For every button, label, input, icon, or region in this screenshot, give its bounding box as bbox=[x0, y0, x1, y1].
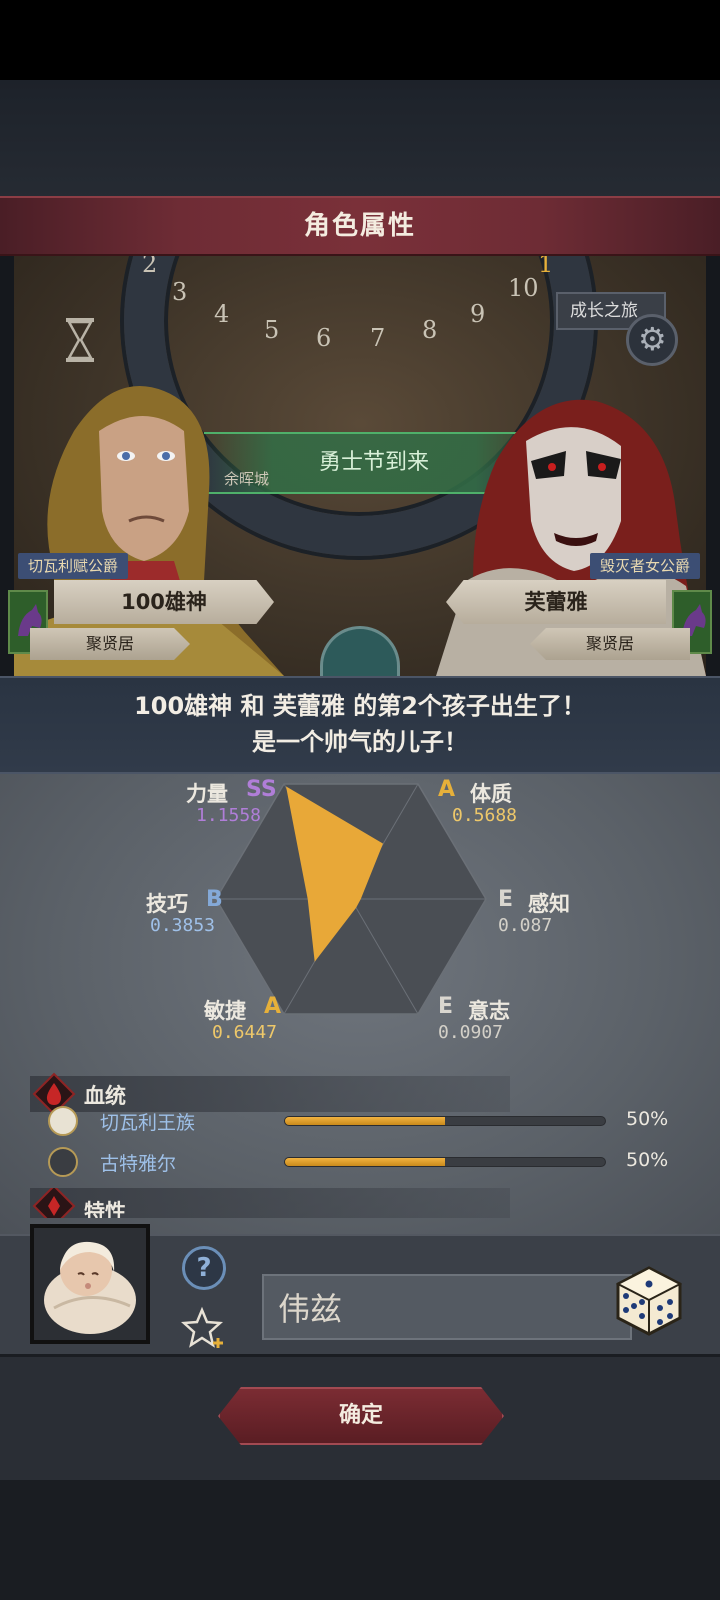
stat-perception-name: 感知 bbox=[528, 892, 570, 916]
lineage-progress-bar bbox=[284, 1116, 606, 1126]
stat-agility-name: 敏捷 bbox=[204, 999, 246, 1023]
lineage-progress-fill bbox=[285, 1117, 445, 1125]
tribe-emblem-icon bbox=[48, 1147, 78, 1177]
stat-will-grade: E bbox=[438, 994, 454, 1019]
event-banner-text: 勇士节到来 bbox=[318, 450, 429, 475]
mother-name: 芙蕾雅 bbox=[446, 580, 666, 624]
lineage-row: 切瓦利王族 50% bbox=[46, 1104, 686, 1138]
lineage-progress-bar bbox=[284, 1157, 606, 1167]
stat-strength-name: 力量 bbox=[186, 782, 228, 806]
birth-message-line1: 100雄神 和 芙蕾雅 的第2个孩子出生了！ bbox=[134, 692, 586, 720]
lineage-row: 古特雅尔 50% bbox=[46, 1145, 686, 1179]
stat-agility-value: 0.6447 bbox=[212, 1022, 278, 1043]
footer-bar: 确定 bbox=[0, 1354, 720, 1480]
mother-title: 毁灭者女公爵 bbox=[589, 553, 700, 579]
dial-number: 2 bbox=[142, 256, 158, 278]
stat-strength-value: 1.1558 bbox=[196, 805, 262, 826]
stat-will-value: 0.0907 bbox=[438, 1022, 504, 1043]
help-button[interactable]: ? bbox=[182, 1246, 226, 1290]
dial-number: 9 bbox=[470, 300, 486, 328]
page-title: 角色属性 bbox=[303, 211, 416, 241]
father-residence: 聚贤居 bbox=[30, 628, 190, 660]
stat-constitution-name: 体质 bbox=[470, 782, 512, 806]
dial-number-current: 1 bbox=[538, 256, 554, 278]
dial-number: 4 bbox=[214, 300, 230, 328]
lineage-percent: 50% bbox=[626, 1108, 669, 1130]
random-name-dice-icon[interactable] bbox=[612, 1264, 686, 1338]
dial-number: 7 bbox=[370, 324, 386, 352]
stat-agility-grade: A bbox=[264, 994, 282, 1019]
stat-perception-value: 0.087 bbox=[498, 915, 553, 936]
lineage-name: 切瓦利王族 bbox=[100, 1112, 196, 1134]
traits-icon bbox=[32, 1188, 76, 1218]
favorite-add-icon[interactable] bbox=[180, 1306, 230, 1350]
dial-number: 8 bbox=[422, 316, 438, 344]
royal-scales-icon bbox=[48, 1106, 78, 1136]
mother-residence: 聚贤居 bbox=[530, 628, 690, 660]
dial-number: 3 bbox=[172, 278, 188, 306]
page-header: 角色属性 bbox=[0, 196, 720, 256]
lineage-percent: 50% bbox=[626, 1149, 669, 1171]
stat-strength-grade: SS bbox=[246, 777, 277, 802]
stat-constitution-value: 0.5688 bbox=[452, 805, 518, 826]
stat-perception-grade: E bbox=[498, 887, 514, 912]
birth-message: 100雄神 和 芙蕾雅 的第2个孩子出生了！ 是一个帅气的儿子！ bbox=[0, 676, 720, 774]
father-title: 切瓦利赋公爵 bbox=[18, 553, 129, 579]
attribute-radar-chart bbox=[215, 783, 487, 1015]
traits-title: 特性 bbox=[84, 1200, 126, 1218]
traits-section-header: 特性 bbox=[30, 1188, 510, 1218]
baby-portrait bbox=[44, 1241, 136, 1334]
background-dim bbox=[0, 80, 720, 200]
confirm-button[interactable]: 确定 bbox=[218, 1387, 504, 1445]
mother-portrait bbox=[436, 399, 706, 676]
stat-constitution-grade: A bbox=[438, 777, 456, 802]
child-name-input[interactable] bbox=[262, 1274, 632, 1340]
bottom-background bbox=[0, 1480, 720, 1600]
status-bar-area bbox=[0, 0, 720, 80]
baby-portrait-frame bbox=[30, 1224, 150, 1344]
stat-will-name: 意志 bbox=[468, 999, 510, 1023]
birth-message-line2: 是一个帅气的儿子！ bbox=[252, 728, 468, 756]
father-name: 100雄神 bbox=[54, 580, 274, 624]
dial-number: 6 bbox=[316, 324, 332, 352]
attributes-panel: 力量 SS 1.1558 A 体质 0.5688 E 感知 0.087 E 意志… bbox=[0, 774, 720, 1234]
dial-number: 5 bbox=[264, 316, 280, 344]
lineage-name: 古特雅尔 bbox=[100, 1153, 177, 1175]
father-portrait bbox=[14, 386, 284, 676]
lineage-progress-fill bbox=[285, 1158, 445, 1166]
child-naming-panel: ? bbox=[0, 1224, 720, 1354]
stat-skill-grade: B bbox=[206, 887, 223, 912]
stat-skill-value: 0.3853 bbox=[150, 915, 216, 936]
stat-skill-name: 技巧 bbox=[146, 892, 188, 916]
dial-number: 10 bbox=[508, 274, 539, 302]
